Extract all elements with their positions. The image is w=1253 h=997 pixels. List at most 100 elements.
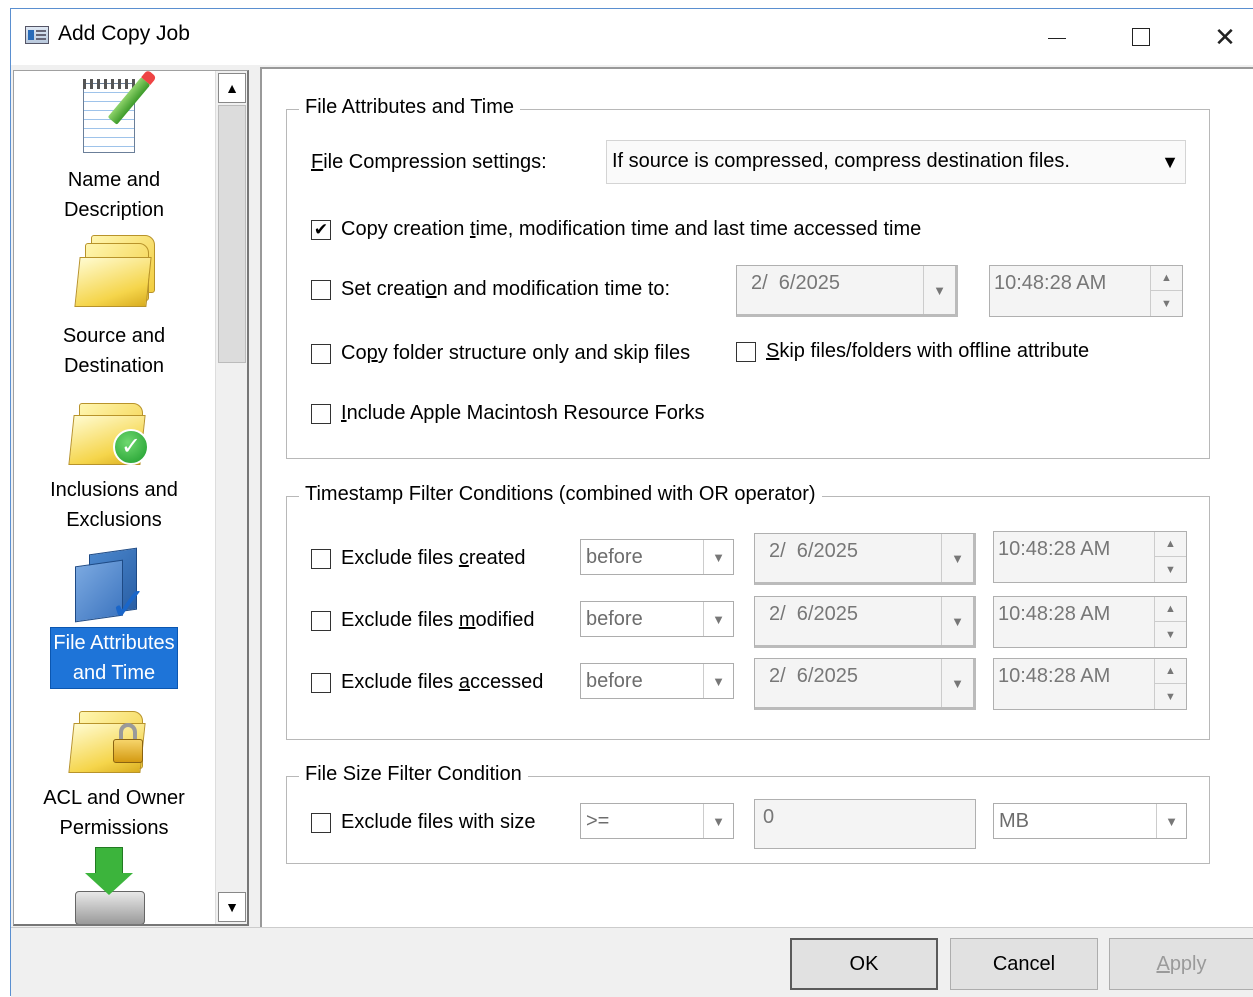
exclude-accessed-checkbox[interactable] [311,673,331,693]
size-unit-select[interactable]: MB ▼ [993,803,1187,839]
nav-scrollbar[interactable]: ▲ ▼ [215,71,247,924]
size-value: 0 [763,806,775,828]
spin-up-icon[interactable]: ▲ [1150,266,1182,291]
nav-item-inclusions-exclusions[interactable]: ✓ Inclusions and Exclusions [14,385,214,535]
created-time-spinner[interactable]: 10:48:28 AM ▲ ▼ [993,531,1187,583]
cancel-button[interactable]: Cancel [950,938,1098,990]
scroll-down-button[interactable]: ▼ [218,892,246,922]
set-times-checkbox[interactable] [311,280,331,300]
apply-button[interactable]: Apply [1109,938,1253,990]
spin-up-icon[interactable]: ▲ [1154,659,1186,684]
accessed-time-spinner[interactable]: 10:48:28 AM ▲ ▼ [993,658,1187,710]
dropdown-arrow-icon: ▼ [1156,804,1186,838]
compression-value: If source is compressed, compress destin… [612,150,1070,172]
spin-down-icon[interactable]: ▼ [1154,557,1186,582]
folder-structure-label: Copy folder structure only and skip file… [341,342,691,364]
exclude-modified-label: Exclude files modified [341,609,535,631]
spin-up-icon[interactable]: ▲ [1154,597,1186,622]
spin-up-icon[interactable]: ▲ [1154,532,1186,557]
nav-item-label: File Attributes and Time [50,627,178,689]
date-value: 2/ 6/2025 [769,603,858,625]
modified-operator-select[interactable]: before ▼ [580,601,734,637]
close-icon: ✕ [1214,21,1236,52]
set-time-spinner[interactable]: 10:48:28 AM ▲ ▼ [989,265,1183,317]
date-value: 2/ 6/2025 [769,665,858,687]
maximize-button[interactable] [1099,9,1183,65]
nav-item-label: Inclusions and Exclusions [50,479,178,531]
add-copy-job-window: Add Copy Job ✕ Name and Description Sourc… [10,8,1253,997]
skip-offline-checkbox[interactable] [736,342,756,362]
exclude-size-checkbox[interactable] [311,813,331,833]
nav-item-source-destination[interactable]: Source and Destination [14,231,214,381]
spin-down-icon[interactable]: ▼ [1154,622,1186,647]
triangle-up-icon: ▲ [225,80,239,96]
exclude-modified-checkbox[interactable] [311,611,331,631]
folder-check-icon: ✓ [68,385,159,475]
folder-lock-icon [68,693,159,783]
time-value: 10:48:28 AM [994,272,1107,294]
close-button[interactable]: ✕ [1183,9,1253,65]
created-operator-select[interactable]: before ▼ [580,539,734,575]
title-bar[interactable]: Add Copy Job ✕ [11,9,1253,65]
compression-select[interactable]: If source is compressed, compress destin… [606,140,1186,184]
spin-down-icon[interactable]: ▼ [1150,291,1182,316]
apple-forks-checkbox[interactable] [311,404,331,424]
ok-button[interactable]: OK [790,938,938,990]
size-operator-select[interactable]: >= ▼ [580,803,734,839]
dropdown-arrow-icon: ▼ [941,534,973,582]
exclude-accessed-label: Exclude files accessed [341,671,544,693]
time-value: 10:48:28 AM [998,665,1111,687]
created-date-picker[interactable]: 2/ 6/2025 ▼ [754,533,976,585]
copy-times-label: Copy creation time, modification time an… [341,218,922,240]
unit-value: MB [999,810,1029,832]
modified-date-picker[interactable]: 2/ 6/2025 ▼ [754,596,976,648]
maximize-icon [1132,28,1150,46]
folder-structure-checkbox[interactable] [311,344,331,364]
window-title: Add Copy Job [58,22,190,45]
accessed-operator-select[interactable]: before ▼ [580,663,734,699]
nav-item-acl-owner[interactable]: ACL and Owner Permissions [14,693,214,843]
operator-value: >= [586,810,610,832]
accessed-date-picker[interactable]: 2/ 6/2025 ▼ [754,658,976,710]
scroll-thumb[interactable] [218,105,246,363]
triangle-down-icon: ▼ [225,899,239,915]
operator-value: before [586,546,643,568]
documents-check-icon: ✓ [69,537,159,630]
exclude-created-checkbox[interactable] [311,549,331,569]
nav-item-file-attributes-time[interactable]: ✓ File Attributes and Time [14,537,214,689]
copy-times-checkbox[interactable]: ✔ [311,220,331,240]
time-value: 10:48:28 AM [998,538,1111,560]
nav-item-name-description[interactable]: Name and Description [14,75,214,225]
nav-item-label: Source and Destination [62,325,166,377]
nav-panel: Name and Description Source and Destinatio… [13,70,249,926]
scroll-up-button[interactable]: ▲ [218,73,246,103]
time-value: 10:48:28 AM [998,603,1111,625]
dropdown-arrow-icon: ▼ [923,266,955,314]
dropdown-arrow-icon: ▼ [703,602,733,636]
date-value: 2/ 6/2025 [769,540,858,562]
dropdown-arrow-icon: ▼ [703,664,733,698]
dropdown-arrow-icon: ▼ [703,804,733,838]
nav-item-label: Name and Description [63,169,165,221]
skip-offline-label: Skip files/folders with offline attribut… [766,340,1090,362]
dropdown-arrow-icon: ▼ [941,659,973,707]
operator-value: before [586,608,643,630]
set-date-picker[interactable]: 2/ 6/2025 ▼ [736,265,958,317]
notebook-pencil-icon [69,75,159,165]
download-drive-icon [69,845,159,924]
date-value: 2/ 6/2025 [751,272,840,294]
dropdown-arrow-icon: ▼ [1161,151,1179,172]
group-title: Timestamp Filter Conditions (combined wi… [299,483,822,506]
nav-item-download[interactable] [14,845,214,924]
minimize-button[interactable] [1015,9,1099,65]
folders-icon [69,231,159,321]
modified-time-spinner[interactable]: 10:48:28 AM ▲ ▼ [993,596,1187,648]
size-value-input[interactable]: 0 [754,799,976,849]
compression-label: File Compression settings: [311,151,547,173]
file-attributes-group: File Attributes and Time File Compressio… [286,96,1210,459]
file-size-filter-group: File Size Filter Condition Exclude files… [286,763,1210,864]
dropdown-arrow-icon: ▼ [703,540,733,574]
operator-value: before [586,670,643,692]
spin-down-icon[interactable]: ▼ [1154,684,1186,709]
app-window-icon [25,26,49,44]
